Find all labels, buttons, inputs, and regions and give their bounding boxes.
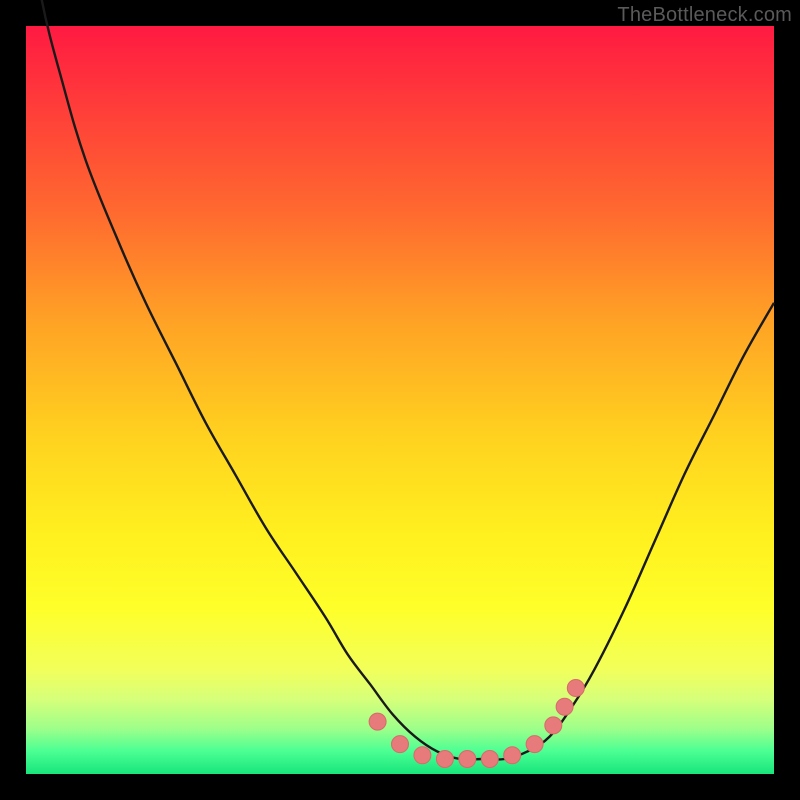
plot-area xyxy=(26,26,774,774)
curve-marker xyxy=(526,736,543,753)
curve-marker xyxy=(545,717,562,734)
curve-marker xyxy=(459,751,476,768)
watermark-text: TheBottleneck.com xyxy=(617,4,792,27)
curve-marker xyxy=(481,751,498,768)
chart-frame: TheBottleneck.com xyxy=(0,0,800,800)
curve-marker xyxy=(556,698,573,715)
curve-line xyxy=(26,0,774,760)
bottleneck-curve xyxy=(26,26,774,774)
curve-marker xyxy=(504,747,521,764)
curve-marker xyxy=(369,713,386,730)
curve-marker xyxy=(436,751,453,768)
curve-marker xyxy=(392,736,409,753)
curve-marker xyxy=(414,747,431,764)
curve-marker xyxy=(567,680,584,697)
